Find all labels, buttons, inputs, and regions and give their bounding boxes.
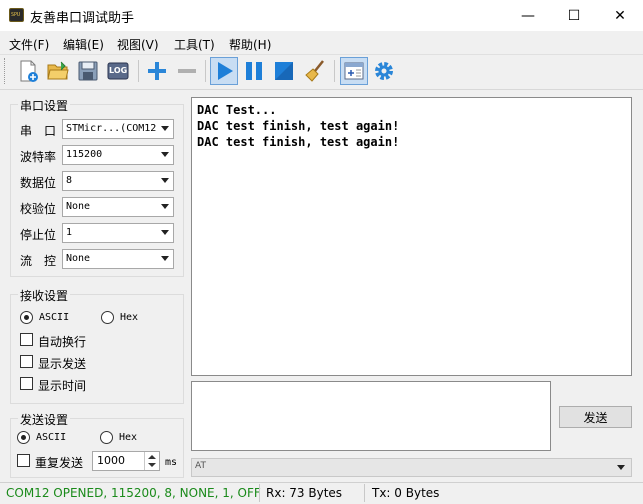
send-settings-title: 发送设置 (18, 411, 71, 428)
minimize-button[interactable]: — (505, 0, 551, 31)
save-icon[interactable] (74, 57, 102, 85)
receive-hex-radio[interactable] (101, 311, 114, 324)
receive-hex-label: Hex (120, 312, 139, 323)
stop-icon[interactable] (270, 57, 298, 85)
chevron-down-icon (161, 178, 169, 183)
send-ascii-label: ASCII (36, 432, 67, 443)
send-button[interactable]: 发送 (559, 406, 632, 428)
show-send-checkbox[interactable] (20, 355, 33, 368)
repeat-interval-value: 1000 (97, 454, 125, 467)
show-time-label: 显示时间 (38, 379, 87, 393)
port-label: 串 口 (20, 124, 57, 138)
repeat-send-label: 重复发送 (35, 456, 84, 470)
port-select[interactable]: STMicr...(COM12 (62, 119, 174, 139)
chevron-down-icon (617, 465, 625, 470)
chevron-up-icon[interactable] (148, 455, 156, 459)
chevron-down-icon (161, 152, 169, 157)
parity-select[interactable]: None (62, 197, 174, 217)
chevron-down-icon (161, 204, 169, 209)
log-icon[interactable]: LOG (104, 57, 132, 85)
status-separator (259, 484, 260, 502)
menu-view[interactable]: 视图(V) (117, 36, 159, 53)
show-time-checkbox[interactable] (20, 377, 33, 390)
flow-control-value: None (66, 253, 91, 264)
stop-bits-label: 停止位 (20, 228, 57, 242)
port-value: STMicr...(COM12 (66, 123, 157, 134)
send-history-select[interactable]: AT (191, 458, 632, 477)
receive-ascii-radio[interactable] (20, 311, 33, 324)
data-bits-value: 8 (66, 175, 73, 186)
play-icon[interactable] (210, 57, 238, 85)
flow-control-select[interactable]: None (62, 249, 174, 269)
toolbar-grip[interactable] (4, 58, 8, 84)
open-folder-icon[interactable] (44, 57, 72, 85)
rx-count: Rx: 73 Bytes (266, 486, 343, 500)
menu-edit[interactable]: 编辑(E) (63, 36, 104, 53)
window-title: 友善串口调试助手 (30, 11, 135, 26)
app-icon-text: SPU (11, 12, 21, 18)
add-icon[interactable] (143, 57, 171, 85)
menu-tools[interactable]: 工具(T) (174, 36, 215, 53)
parity-label: 校验位 (20, 202, 57, 216)
toolbar-separator (205, 60, 206, 82)
serial-settings-title: 串口设置 (18, 97, 71, 114)
repeat-interval-stepper[interactable]: 1000 (92, 451, 160, 471)
send-hex-radio[interactable] (100, 431, 113, 444)
send-history-value: AT (195, 461, 206, 471)
pause-icon[interactable] (240, 57, 268, 85)
repeat-send-checkbox[interactable] (17, 454, 30, 467)
send-ascii-radio[interactable] (17, 431, 30, 444)
auto-wrap-label: 自动换行 (38, 335, 87, 349)
stepper-buttons[interactable] (144, 452, 159, 470)
toolbar-separator (334, 60, 335, 82)
settings-gear-icon[interactable] (370, 57, 398, 85)
stop-bits-value: 1 (66, 227, 73, 238)
menu-help[interactable]: 帮助(H) (229, 36, 271, 53)
connection-status: COM12 OPENED, 115200, 8, NONE, 1, OFF (6, 486, 261, 500)
tx-count: Tx: 0 Bytes (372, 486, 440, 500)
new-file-icon[interactable] (14, 57, 42, 85)
menu-file[interactable]: 文件(F) (9, 36, 49, 53)
receive-ascii-label: ASCII (39, 312, 70, 323)
data-bits-label: 数据位 (20, 176, 57, 190)
send-text-area[interactable] (191, 381, 551, 451)
baud-value: 115200 (66, 149, 103, 160)
chevron-down-icon (161, 230, 169, 235)
app-icon: SPU (9, 8, 24, 22)
stop-bits-select[interactable]: 1 (62, 223, 174, 243)
receive-settings-title: 接收设置 (18, 287, 71, 304)
send-hex-label: Hex (119, 432, 138, 443)
flow-control-label: 流 控 (20, 254, 57, 268)
interval-unit: ms (165, 457, 178, 468)
remove-icon[interactable] (173, 57, 201, 85)
parity-value: None (66, 201, 91, 212)
status-separator (364, 484, 365, 502)
window-layout-icon[interactable] (340, 57, 368, 85)
show-send-label: 显示发送 (38, 357, 87, 371)
chevron-down-icon (161, 256, 169, 261)
chevron-down-icon[interactable] (148, 463, 156, 467)
receive-text-area[interactable]: DAC Test... DAC test finish, test again!… (191, 97, 632, 376)
close-button[interactable]: ✕ (597, 0, 643, 31)
data-bits-select[interactable]: 8 (62, 171, 174, 191)
maximize-button[interactable]: ☐ (551, 0, 597, 31)
clear-broom-icon[interactable] (302, 57, 330, 85)
auto-wrap-checkbox[interactable] (20, 333, 33, 346)
baud-select[interactable]: 115200 (62, 145, 174, 165)
chevron-down-icon (161, 126, 169, 131)
log-icon-text: LOG (109, 66, 128, 75)
baud-label: 波特率 (20, 150, 57, 164)
receive-settings-group (10, 294, 184, 404)
toolbar-separator (138, 60, 139, 82)
